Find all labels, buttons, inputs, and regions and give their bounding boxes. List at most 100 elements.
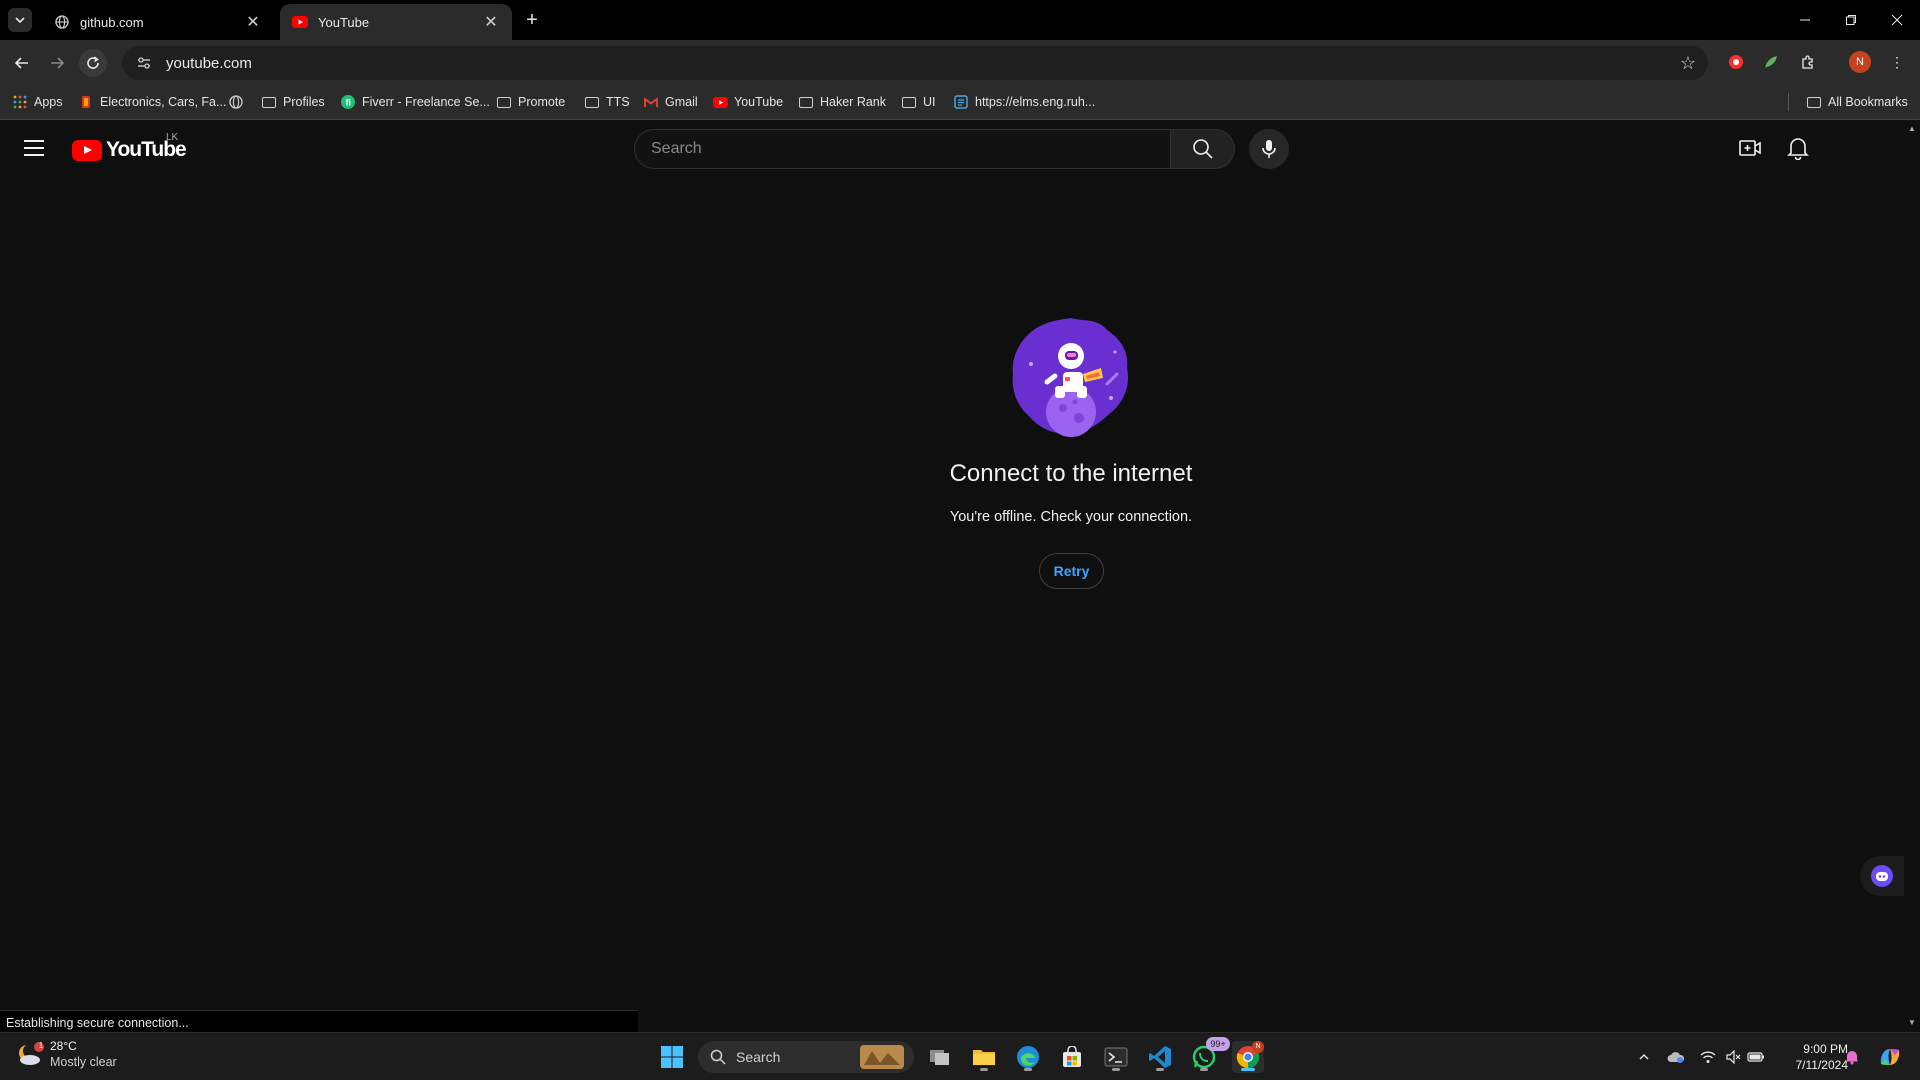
search-icon [710,1049,726,1065]
weather-condition: Mostly clear [50,1055,117,1069]
chevron-down-icon [15,17,25,24]
search-box [634,129,1171,169]
weather-badge: 1 [38,1040,44,1050]
new-tab-button[interactable]: + [520,8,544,32]
running-indicator [980,1068,988,1071]
terminal-button[interactable] [1100,1041,1132,1073]
weather-moon-cloud-icon: 1 [16,1041,44,1069]
assistant-float-button[interactable] [1860,856,1904,896]
elms-icon [953,94,969,110]
address-bar[interactable]: youtube.com ☆ [122,46,1708,80]
onedrive-icon[interactable] [1666,1047,1686,1067]
folder-icon [584,94,600,110]
restore-icon [1846,15,1856,25]
whatsapp-button[interactable]: 99+ [1188,1037,1230,1073]
tab-youtube[interactable]: YouTube ✕ [280,4,512,40]
arrow-right-icon [51,57,65,69]
assistant-bot-icon [1871,865,1893,887]
youtube-logo[interactable]: YouTube LK [72,132,187,162]
bookmark-ui[interactable]: UI [901,93,936,111]
bookmark-youtube[interactable]: YouTube [712,93,783,111]
bookmark-label: All Bookmarks [1828,95,1908,109]
minimize-button[interactable] [1782,0,1828,40]
system-clock[interactable]: 9:00 PM 7/11/2024 [1770,1041,1849,1073]
search-highlight-icon [860,1045,904,1069]
reload-icon [87,56,99,69]
file-explorer-button[interactable] [968,1041,1000,1073]
reload-button[interactable] [79,49,107,77]
microsoft-store-button[interactable] [1056,1041,1088,1073]
bookmark-label: UI [923,95,936,109]
notification-bell-icon[interactable] [1842,1047,1862,1067]
voice-search-button[interactable] [1249,129,1289,169]
tab-github[interactable]: github.com ✕ [42,4,274,40]
site-info-icon[interactable] [134,53,154,73]
minimize-icon [1800,19,1810,21]
back-button[interactable] [8,49,36,77]
weather-widget[interactable]: 1 28°C Mostly clear [16,1039,117,1070]
running-indicator [1024,1068,1032,1071]
vscode-button[interactable] [1144,1041,1176,1073]
profile-avatar[interactable]: N [1849,51,1871,73]
scroll-down-arrow-icon[interactable]: ▼ [1906,1018,1918,1028]
bookmark-fiverr[interactable]: fi Fiverr - Freelance Se... [340,93,490,111]
tray-overflow-chevron-icon[interactable] [1634,1047,1654,1067]
close-icon[interactable]: ✕ [482,13,500,31]
bookmark-gmail[interactable]: Gmail [643,93,698,111]
retry-button[interactable]: Retry [1039,553,1104,589]
active-indicator [1241,1068,1255,1071]
task-view-button[interactable] [924,1041,956,1073]
taskbar-search[interactable]: Search [698,1041,914,1073]
bookmark-star-icon[interactable]: ☆ [1680,53,1696,74]
restore-button[interactable] [1828,0,1874,40]
bookmark-label: Electronics, Cars, Fa... [100,95,227,109]
tab-search-button[interactable] [8,8,32,32]
close-icon[interactable]: ✕ [244,13,262,31]
folder-icon [261,94,277,110]
wifi-icon[interactable] [1698,1047,1718,1067]
search-button[interactable] [1171,129,1235,169]
hamburger-menu-icon[interactable] [22,136,46,160]
youtube-play-icon [72,139,102,161]
tab-strip: github.com ✕ YouTube ✕ + [0,0,1920,40]
copilot-icon[interactable] [1876,1047,1904,1067]
bookmark-promote[interactable]: Promote [496,93,565,111]
bookmark-label: TTS [606,95,630,109]
browser-toolbar: youtube.com ☆ N ⋮ [0,40,1920,84]
bookmark-apps[interactable]: Apps [12,93,63,111]
edge-browser-button[interactable] [1012,1041,1044,1073]
notifications-button[interactable] [1783,133,1813,163]
task-view-icon [930,1050,949,1065]
bookmarks-divider [1788,93,1789,111]
bookmark-elms[interactable]: https://elms.eng.ruh... [953,93,1095,111]
extensions-puzzle-icon[interactable] [1797,51,1819,73]
bookmark-electronics[interactable]: Electronics, Cars, Fa... [78,93,226,111]
record-extension-icon[interactable] [1725,51,1747,73]
scroll-up-arrow-icon[interactable]: ▲ [1906,124,1918,134]
bookmark-tts[interactable]: TTS [584,93,630,111]
search-input[interactable] [651,140,1170,158]
create-video-icon [1739,140,1761,156]
start-button[interactable] [656,1041,688,1073]
close-window-button[interactable] [1874,0,1920,40]
astronaut-offline-illustration [1012,318,1129,437]
bookmark-hakerrank[interactable]: Haker Rank [798,93,886,111]
clock-date: 7/11/2024 [1795,1058,1849,1072]
bookmark-globe[interactable] [228,93,250,111]
chrome-button[interactable]: N [1232,1041,1264,1073]
running-indicator [1156,1068,1164,1071]
forward-button[interactable] [43,49,71,77]
battery-icon[interactable] [1746,1047,1766,1067]
menu-kebab-icon[interactable]: ⋮ [1886,51,1908,73]
globe-icon [228,94,244,110]
all-bookmarks-button[interactable]: All Bookmarks [1806,93,1908,111]
gmail-icon [643,94,659,110]
url-text: youtube.com [166,54,252,72]
create-video-button[interactable] [1735,133,1765,163]
bookmark-label: Profiles [283,95,325,109]
browser-status-bubble: Establishing secure connection... [0,1010,638,1032]
bookmark-profiles[interactable]: Profiles [261,93,325,111]
leaf-extension-icon[interactable] [1760,51,1782,73]
volume-muted-icon[interactable] [1724,1047,1744,1067]
folder-icon [798,94,814,110]
